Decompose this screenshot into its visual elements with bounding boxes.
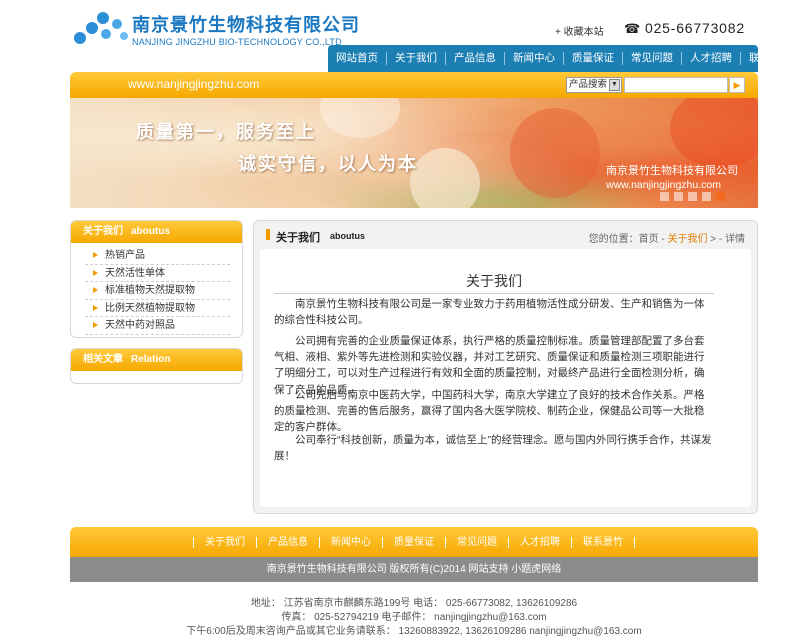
sidebar-related-title-en: Relation xyxy=(131,354,171,365)
sidebar-about: 关于我们 aboutus 热销产品 天然活性单体 标准植物天然提取物 比例天然植物… xyxy=(70,220,243,338)
main-nav: 网站首页 关于我们 产品信息 新闻中心 质量保证 常见问题 人才招聘 联系景竹 xyxy=(328,45,791,72)
article-paragraph: 公司奉行“科技创新，质量为本，诚信至上”的经营理念。愿与国内外同行携手合作，共谋… xyxy=(274,434,712,463)
sidebar-item-standard-extracts[interactable]: 标准植物天然提取物 xyxy=(85,282,230,300)
sidebar-item-hot-products[interactable]: 热销产品 xyxy=(85,247,230,265)
search-input[interactable] xyxy=(624,77,728,93)
nav-quality[interactable]: 质量保证 xyxy=(564,52,623,65)
main-panel: 关于我们 aboutus 您的位置：首页 - 关于我们 > - 详情 关于我们 … xyxy=(253,220,758,514)
footer-fax-email: 传真： 025-52794219 电子邮件： nanjingjingzhu@16… xyxy=(281,612,547,623)
phone-number: 025-66773082 xyxy=(645,20,745,36)
sidebar-category-list: 热销产品 天然活性单体 标准植物天然提取物 比例天然植物提取物 天然中药对照品 xyxy=(71,243,242,341)
nav-contact[interactable]: 联系景竹 xyxy=(741,52,799,65)
sidebar-item-ratio-extracts[interactable]: 比例天然植物提取物 xyxy=(85,300,230,317)
footer-link-quality[interactable]: 质量保证 xyxy=(382,536,445,548)
article-content: 关于我们 南京景竹生物科技有限公司是一家专业致力于药用植物活性成分研发、生产和销… xyxy=(260,249,751,507)
sidebar-item-label: 天然中药对照品 xyxy=(105,320,175,331)
footer-link-careers[interactable]: 人才招聘 xyxy=(508,536,571,548)
breadcrumb-detail: 详情 xyxy=(725,234,745,245)
copyright-bar: 南京景竹生物科技有限公司 版权所有(C)2014 网站支持 小题虎网络 xyxy=(70,557,758,582)
sidebar-item-natural-monomers[interactable]: 天然活性单体 xyxy=(85,265,230,282)
sidebar-item-label: 热销产品 xyxy=(105,250,145,261)
banner-decoration xyxy=(320,98,400,138)
footer-link-products[interactable]: 产品信息 xyxy=(256,536,319,548)
add-favorite-link[interactable]: + 收藏本站 xyxy=(555,23,604,38)
nav-home[interactable]: 网站首页 xyxy=(328,52,387,65)
slide-dot-4[interactable] xyxy=(702,192,711,201)
sidebar-item-label: 标准植物天然提取物 xyxy=(105,285,195,296)
triangle-right-icon xyxy=(93,252,98,258)
footer-after-hours: 下午6:00后及周末咨询产品或其它业务请联系： 13260883922, 136… xyxy=(186,626,642,637)
header-phone: ☎ 025-66773082 xyxy=(624,20,745,37)
triangle-right-icon xyxy=(93,304,98,311)
logo-molecule-icon xyxy=(74,12,128,44)
footer-nav: 关于我们 产品信息 新闻中心 质量保证 常见问题 人才招聘 联系景竹 xyxy=(70,527,758,557)
main-title-en: aboutus xyxy=(330,231,365,241)
nav-about[interactable]: 关于我们 xyxy=(387,52,446,65)
company-name-cn: 南京景竹生物科技有限公司 xyxy=(132,15,360,36)
footer-link-about[interactable]: 关于我们 xyxy=(193,536,256,548)
footer-link-news[interactable]: 新闻中心 xyxy=(319,536,382,548)
hero-banner: 质量第一，服务至上 诚实守信，以人为本 南京景竹生物科技有限公司 www.nan… xyxy=(70,98,758,208)
sidebar-related: 相关文章 Relation xyxy=(70,348,243,384)
article-title: 关于我们 xyxy=(274,271,714,294)
nav-faq[interactable]: 常见问题 xyxy=(623,52,682,65)
sidebar-item-label: 比例天然植物提取物 xyxy=(105,302,195,314)
banner-decoration xyxy=(510,108,600,198)
slide-indicators xyxy=(660,192,725,201)
main-panel-header: 关于我们 aboutus 您的位置：首页 - 关于我们 > - 详情 xyxy=(254,221,757,247)
nav-news[interactable]: 新闻中心 xyxy=(505,52,564,65)
site-url: www.nanjingjingzhu.com xyxy=(128,77,260,91)
search-type-select[interactable]: 产品搜索 ▼ xyxy=(566,77,622,93)
title-marker xyxy=(266,229,270,240)
chevron-down-icon: ▼ xyxy=(609,79,620,91)
main-title: 关于我们 xyxy=(276,232,320,244)
banner-company-name: 南京景竹生物科技有限公司 xyxy=(606,165,738,177)
breadcrumb-home[interactable]: 首页 xyxy=(639,234,659,245)
breadcrumb-prefix: 您的位置： xyxy=(588,234,639,245)
triangle-right-icon xyxy=(93,287,98,293)
nav-products[interactable]: 产品信息 xyxy=(446,52,505,65)
breadcrumb-about[interactable]: 关于我们 xyxy=(667,234,707,245)
search-type-value: 产品搜索 xyxy=(569,79,608,90)
article-paragraph: 公司先后与南京中医药大学，中国药科大学，南京大学建立了良好的技术合作关系。严格的… xyxy=(274,389,705,434)
sidebar-item-reference-standards[interactable]: 天然中药对照品 xyxy=(85,317,230,335)
banner-decoration xyxy=(670,98,758,168)
sidebar-about-title: 关于我们 xyxy=(83,226,123,237)
phone-icon: ☎ xyxy=(624,21,641,36)
slide-dot-2[interactable] xyxy=(674,192,683,201)
nav-careers[interactable]: 人才招聘 xyxy=(682,52,741,65)
triangle-right-icon xyxy=(93,322,98,328)
footer-link-faq[interactable]: 常见问题 xyxy=(445,536,508,548)
footer-address: 地址： 江苏省南京市麒麟东路199号 电话： 025-66773082, 136… xyxy=(250,598,578,609)
sidebar-item-label: 天然活性单体 xyxy=(105,267,165,279)
company-name-en: NANJING JINGZHU BIO-TECHNOLOGY CO.,LTD xyxy=(132,37,342,47)
banner-company-url: www.nanjingjingzhu.com xyxy=(606,179,721,191)
company-logo[interactable]: 南京景竹生物科技有限公司 NANJING JINGZHU BIO-TECHNOL… xyxy=(72,10,359,50)
breadcrumb-separator: > - xyxy=(707,234,725,245)
sidebar-related-title: 相关文章 xyxy=(83,354,123,365)
banner-slogan-2: 诚实守信，以人为本 xyxy=(238,154,418,175)
banner-topbar: www.nanjingjingzhu.com 产品搜索 ▼ ▶ xyxy=(70,72,758,98)
slide-dot-5[interactable] xyxy=(716,192,725,201)
sidebar-related-header: 相关文章 Relation xyxy=(71,349,242,371)
sidebar-about-header: 关于我们 aboutus xyxy=(71,221,242,243)
banner-slogan-1: 质量第一，服务至上 xyxy=(136,122,316,143)
triangle-right-icon xyxy=(93,269,98,276)
footer-link-contact[interactable]: 联系景竹 xyxy=(571,536,635,548)
search-button[interactable]: ▶ xyxy=(729,77,745,93)
slide-dot-1[interactable] xyxy=(660,192,669,201)
slide-dot-3[interactable] xyxy=(688,192,697,201)
banner-decoration xyxy=(410,148,480,208)
product-search: 产品搜索 ▼ ▶ xyxy=(566,77,746,93)
sidebar-about-title-en: aboutus xyxy=(131,226,170,237)
article-paragraph: 南京景竹生物科技有限公司是一家专业致力于药用植物活性成分研发、生产和销售为一体的… xyxy=(274,298,705,327)
breadcrumb: 您的位置：首页 - 关于我们 > - 详情 xyxy=(589,230,745,245)
